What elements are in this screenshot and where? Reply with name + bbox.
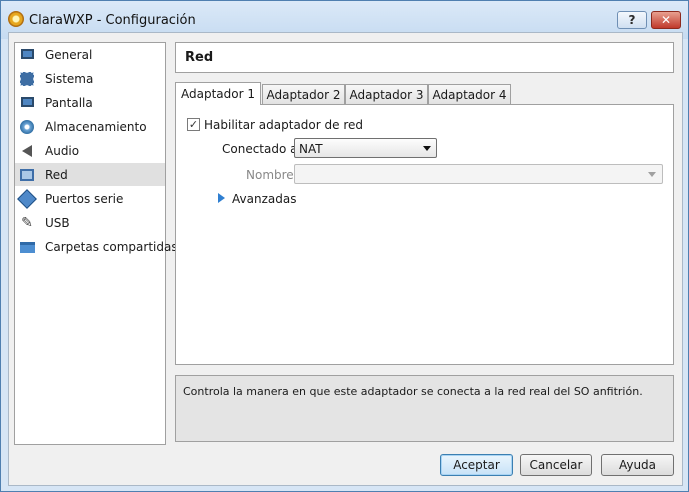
sidebar-item-label: Pantalla (45, 96, 93, 110)
window-title: ClaraWXP - Configuración (29, 13, 196, 28)
description-box: Controla la manera en que este adaptador… (175, 375, 674, 442)
sidebar-item-carpetas-compartidas[interactable]: Carpetas compartidas (15, 235, 178, 258)
name-label: Nombre: (246, 168, 298, 182)
attached-to-select[interactable]: NAT (294, 138, 437, 158)
sidebar-item-audio[interactable]: Audio (15, 139, 165, 162)
tab-adaptador-2[interactable]: Adaptador 2 (262, 84, 345, 104)
app-icon (8, 11, 24, 27)
tab-adaptador-3[interactable]: Adaptador 3 (345, 84, 428, 104)
tab-adaptador-1[interactable]: Adaptador 1 (175, 82, 261, 105)
dialog-body: General Sistema Pantalla Almacenamiento … (8, 32, 683, 486)
close-button[interactable]: ✕ (651, 11, 681, 29)
sidebar-item-general[interactable]: General (15, 43, 165, 66)
sidebar-item-usb[interactable]: ✎ USB (15, 211, 165, 234)
sidebar-item-label: Sistema (45, 72, 94, 86)
folder-icon (19, 239, 35, 255)
sidebar-item-label: Red (45, 168, 68, 182)
sidebar-item-puertos-serie[interactable]: Puertos serie (15, 187, 165, 210)
sidebar-item-label: USB (45, 216, 70, 230)
sidebar-item-sistema[interactable]: Sistema (15, 67, 165, 90)
advanced-toggle[interactable]: Avanzadas (232, 192, 296, 206)
cancel-button[interactable]: Cancelar (520, 454, 592, 476)
sidebar-item-almacenamiento[interactable]: Almacenamiento (15, 115, 165, 138)
disk-icon (19, 119, 35, 135)
usb-icon: ✎ (21, 215, 33, 231)
chevron-down-icon (648, 172, 656, 177)
monitor-icon (19, 47, 35, 63)
sidebar-item-label: Carpetas compartidas (45, 240, 178, 254)
page-header: Red (175, 42, 674, 73)
expand-triangle-icon[interactable] (218, 193, 225, 203)
enable-adapter-label[interactable]: Habilitar adaptador de red (204, 118, 363, 132)
settings-window: ClaraWXP - Configuración ? ✕ General Sis… (0, 0, 689, 492)
help-button[interactable]: Ayuda (601, 454, 674, 476)
chevron-down-icon (423, 146, 431, 151)
sidebar-item-label: Audio (45, 144, 80, 158)
speaker-icon (19, 143, 35, 159)
sidebar-item-red[interactable]: Red (15, 163, 165, 186)
description-text: Controla la manera en que este adaptador… (183, 385, 643, 398)
name-combobox[interactable] (294, 164, 663, 184)
chip-icon (19, 71, 35, 87)
network-icon (19, 167, 35, 183)
accept-button[interactable]: Aceptar (440, 454, 513, 476)
sidebar-item-label: Puertos serie (45, 192, 124, 206)
attached-to-label: Conectado a: (222, 142, 302, 156)
sidebar-item-pantalla[interactable]: Pantalla (15, 91, 165, 114)
sidebar-item-label: Almacenamiento (45, 120, 147, 134)
display-icon (19, 95, 35, 111)
enable-adapter-checkbox[interactable]: ✓ (187, 118, 200, 131)
help-title-button[interactable]: ? (617, 11, 647, 29)
attached-to-value: NAT (299, 142, 323, 156)
serial-port-icon (17, 189, 37, 209)
settings-sidebar: General Sistema Pantalla Almacenamiento … (14, 42, 178, 445)
tab-adaptador-4[interactable]: Adaptador 4 (428, 84, 511, 104)
adapter-panel: ✓ Habilitar adaptador de red Conectado a… (175, 104, 674, 365)
sidebar-item-label: General (45, 48, 93, 62)
page-title: Red (185, 50, 214, 65)
